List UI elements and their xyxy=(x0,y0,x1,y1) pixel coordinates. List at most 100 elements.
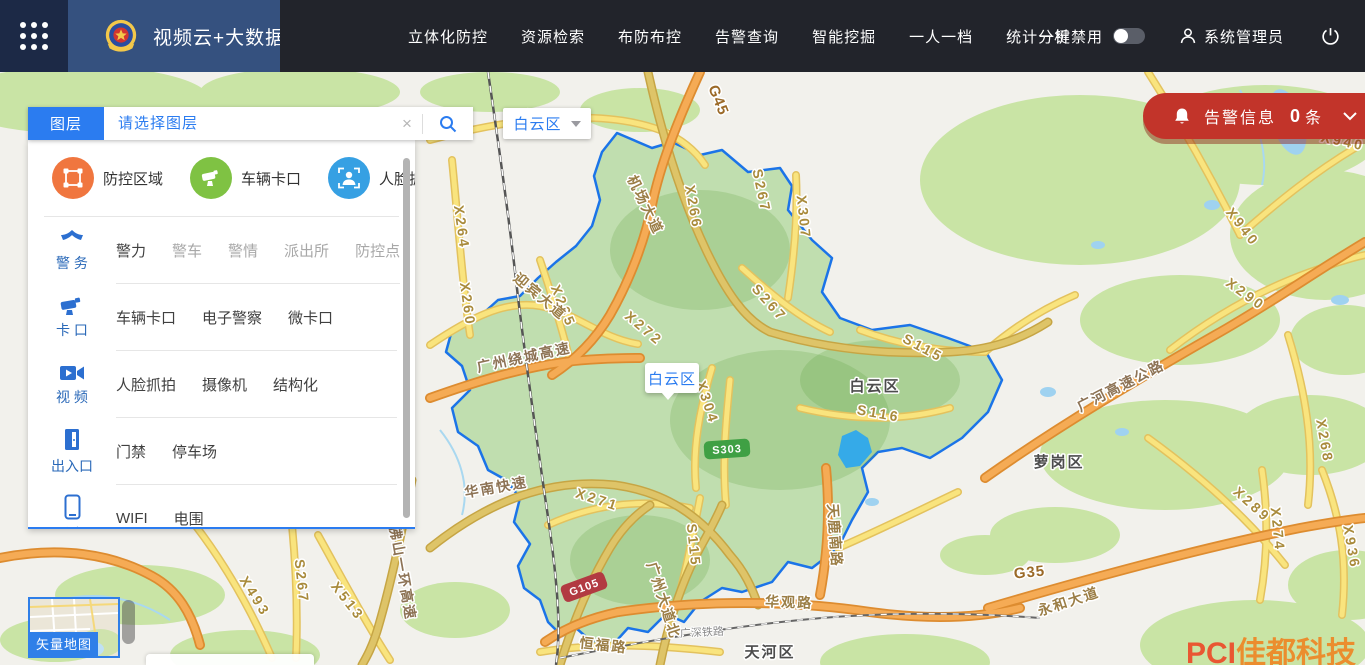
panel-scrollbar[interactable] xyxy=(403,158,410,518)
category-row-1: 卡 口 车辆卡口 电子警察 微卡口 xyxy=(28,284,415,351)
layer-item[interactable]: 车辆卡口 xyxy=(116,307,176,328)
watermark-pci: PCI xyxy=(1186,637,1236,665)
top-bar: 视频云+大数据应用平台 立体化防控资源检索布防布控告警查询智能挖掘一人一档统计分… xyxy=(0,0,1365,72)
category-items: 车辆卡口 电子警察 微卡口 xyxy=(116,284,397,351)
layer-item[interactable]: 警车 xyxy=(172,240,202,261)
district-select[interactable]: 白云区 xyxy=(503,108,591,139)
bell-icon xyxy=(1173,107,1191,126)
layer-item[interactable]: 警情 xyxy=(228,240,258,261)
layer-item[interactable]: 结构化 xyxy=(273,374,318,395)
map-road-label: 华观路 xyxy=(765,593,814,611)
map-district-label: 白云区 xyxy=(849,377,900,395)
road-badge-text: S303 xyxy=(712,443,742,457)
clear-icon[interactable]: × xyxy=(392,114,422,134)
layer-item[interactable]: 警力 xyxy=(116,240,146,261)
layer-item[interactable]: 电子警察 xyxy=(202,307,262,328)
search-button[interactable] xyxy=(423,115,473,133)
camera-icon: 卡 口 xyxy=(28,284,116,351)
category-row-0: 警 务 警力 警车 警情 派出所 防控点 xyxy=(28,217,415,284)
nav-item-5[interactable]: 一人一档 xyxy=(909,26,973,47)
vendor-watermark: PCI佳都科技 xyxy=(1186,628,1356,665)
admin-name: 系统管理员 xyxy=(1204,26,1284,47)
power-icon[interactable] xyxy=(1320,26,1341,47)
nav-item-1[interactable]: 资源检索 xyxy=(521,26,585,47)
main-nav: 立体化防控资源检索布防布控告警查询智能挖掘一人一档统计分析 一键禁用 系统管理员 xyxy=(280,0,1365,72)
phone-icon: 手 机 xyxy=(28,485,116,529)
minimap-label[interactable]: 矢量地图 xyxy=(30,632,98,656)
category-items: 警力 警车 警情 派出所 防控点 xyxy=(116,217,400,284)
quick-layer-0[interactable]: 防控区域 xyxy=(52,157,163,199)
map-district-label: 天河区 xyxy=(744,643,795,661)
layer-panel-header: 图层 × xyxy=(28,107,473,140)
layer-item[interactable]: 防控点 xyxy=(355,240,400,261)
one-key-disable-label: 一键禁用 xyxy=(1039,26,1103,47)
nav-item-4[interactable]: 智能挖掘 xyxy=(812,26,876,47)
layer-item[interactable]: 派出所 xyxy=(284,240,329,261)
nav-item-0[interactable]: 立体化防控 xyxy=(408,26,488,47)
layer-item[interactable]: 摄像机 xyxy=(202,374,247,395)
layer-item[interactable]: 人脸抓拍 xyxy=(116,374,176,395)
quick-layer-label: 防控区域 xyxy=(103,168,163,189)
nav-item-3[interactable]: 告警查询 xyxy=(715,26,779,47)
minimap[interactable]: 矢量地图 xyxy=(28,597,120,658)
category-row-4: 手 机 WIFI 电围 xyxy=(28,485,415,529)
user-icon xyxy=(1179,27,1197,45)
police-emblem-icon xyxy=(102,17,140,55)
alert-unit: 条 xyxy=(1305,104,1321,128)
category-name: 出入口 xyxy=(51,456,93,476)
layer-categories: 警 务 警力 警车 警情 派出所 防控点卡 口 车辆卡口 电子警察 微卡口视 频 人脸抓拍 摄像机 结… xyxy=(28,217,415,529)
chevron-down-icon[interactable] xyxy=(1342,111,1358,121)
category-row-2: 视 频 人脸抓拍 摄像机 结构化 xyxy=(28,351,415,418)
alert-banner[interactable]: 告警信息 0 条 xyxy=(1143,93,1365,139)
apps-grid-icon xyxy=(20,22,48,50)
door-icon: 出入口 xyxy=(28,418,116,485)
checkpoint-camera-icon xyxy=(190,157,232,199)
category-name: 警 务 xyxy=(56,253,88,273)
layer-search-input[interactable] xyxy=(104,115,392,132)
category-items: 人脸抓拍 摄像机 结构化 xyxy=(116,351,397,418)
one-key-disable-toggle[interactable] xyxy=(1113,28,1145,44)
alert-count: 0 xyxy=(1290,106,1300,127)
quick-layer-row: 防控区域 车辆卡口 人脸抓拍 xyxy=(28,140,415,216)
category-name: 卡 口 xyxy=(56,320,88,340)
layer-item[interactable]: 微卡口 xyxy=(288,307,333,328)
police-badge-icon: 警 务 xyxy=(28,217,116,284)
quick-layer-2[interactable]: 人脸抓拍 xyxy=(328,157,415,199)
category-name: 手 机 xyxy=(56,524,88,530)
nav-items: 立体化防控资源检索布防布控告警查询智能挖掘一人一档统计分析 xyxy=(408,26,1070,47)
app-logo-block: 视频云+大数据应用平台 xyxy=(68,0,280,72)
alert-label: 告警信息 xyxy=(1204,104,1276,128)
map-district-label: 萝岗区 xyxy=(1033,453,1084,471)
face-capture-icon xyxy=(328,157,370,199)
bottom-panel-sliver xyxy=(146,654,314,665)
watermark-name: 佳都科技 xyxy=(1236,637,1356,665)
layer-item[interactable]: 电围 xyxy=(174,508,204,529)
video-icon: 视 频 xyxy=(28,351,116,418)
nav-item-2[interactable]: 布防布控 xyxy=(618,26,682,47)
admin-menu[interactable]: 系统管理员 xyxy=(1179,26,1284,47)
search-icon xyxy=(439,115,457,133)
topbar-right-cluster: 一键禁用 系统管理员 xyxy=(1039,0,1365,72)
apps-menu-button[interactable] xyxy=(0,0,68,72)
category-items: WIFI 电围 xyxy=(116,485,397,529)
tab-layers[interactable]: 图层 xyxy=(28,107,104,140)
layer-panel-body: 防控区域车辆卡口人脸抓拍 警 务警力警车警情派出所防控点卡 口车辆卡口电子警察微… xyxy=(28,140,415,529)
region-icon xyxy=(52,157,94,199)
app-window: G105S303 X283X264X260G45机场大道X266S267X307… xyxy=(0,0,1365,665)
caret-down-icon xyxy=(571,121,581,127)
quick-layer-label: 车辆卡口 xyxy=(241,168,301,189)
map-road-label: G35 xyxy=(1013,562,1046,582)
map-road-label: 广深铁路 xyxy=(680,625,725,640)
category-row-3: 出入口 门禁 停车场 xyxy=(28,418,415,485)
layer-search-bar: × xyxy=(104,107,473,140)
layer-item[interactable]: WIFI xyxy=(116,510,148,527)
layer-item[interactable]: 停车场 xyxy=(172,441,217,462)
layer-item[interactable]: 门禁 xyxy=(116,441,146,462)
district-select-value: 白云区 xyxy=(513,113,561,134)
quick-layer-1[interactable]: 车辆卡口 xyxy=(190,157,301,199)
category-name: 视 频 xyxy=(56,387,88,407)
category-items: 门禁 停车场 xyxy=(116,418,397,485)
district-tooltip: 白云区 xyxy=(645,363,699,393)
district-tooltip-text: 白云区 xyxy=(648,368,696,389)
map-slider-handle[interactable] xyxy=(122,600,135,644)
